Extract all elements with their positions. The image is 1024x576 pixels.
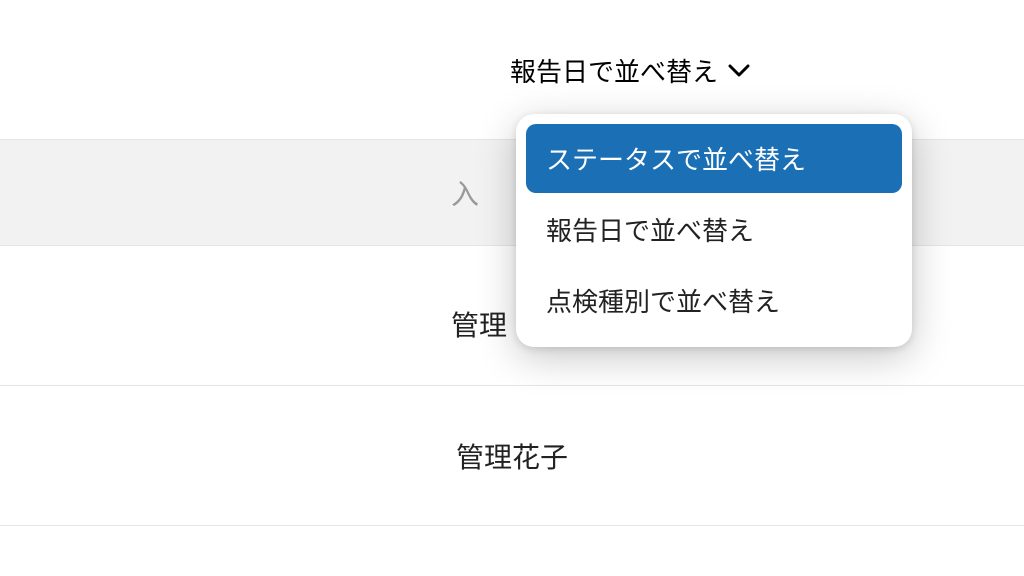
dropdown-item-label: ステータスで並べ替え: [546, 145, 806, 175]
dropdown-item-label: 報告日で並べ替え: [546, 216, 754, 246]
row-label: 管理花子: [456, 436, 568, 476]
dropdown-item-inspection-type[interactable]: 点検種別で並べ替え: [526, 266, 902, 335]
sort-dropdown: ステータスで並べ替え 報告日で並べ替え 点検種別で並べ替え: [516, 114, 912, 347]
dropdown-item-report-date[interactable]: 報告日で並べ替え: [526, 195, 902, 264]
dropdown-item-label: 点検種別で並べ替え: [546, 287, 780, 317]
dropdown-item-status[interactable]: ステータスで並べ替え: [526, 124, 902, 193]
table-row[interactable]: [0, 526, 1024, 576]
table-row[interactable]: 管理花子: [0, 386, 1024, 526]
chevron-down-icon: [728, 64, 750, 78]
shaded-row-text: 入: [451, 173, 479, 213]
row-label: 管理: [451, 304, 507, 344]
sort-trigger-label: 報告日で並べ替え: [510, 52, 718, 89]
sort-trigger[interactable]: 報告日で並べ替え: [510, 52, 750, 89]
